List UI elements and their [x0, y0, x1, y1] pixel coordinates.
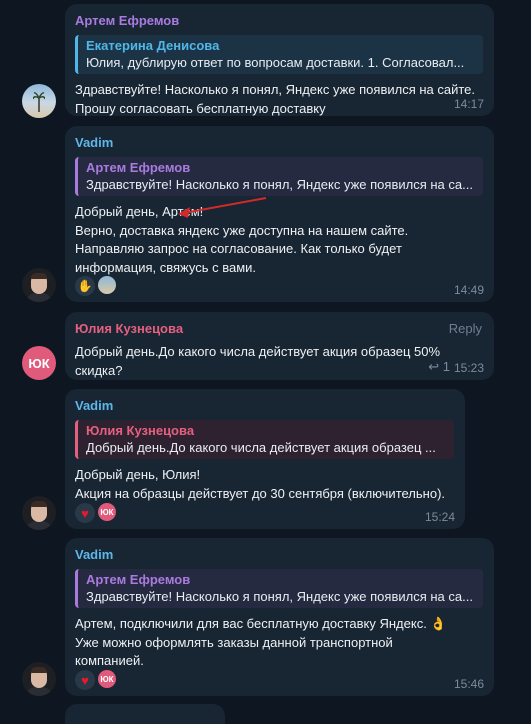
quote-author: Юлия Кузнецова	[86, 423, 195, 438]
handshake-icon: ✋	[77, 279, 93, 293]
message-bubble[interactable]: Vadim Артем Ефремов Здравствуйте! Наскол…	[65, 126, 494, 302]
reaction-avatar[interactable]: ЮК	[98, 503, 116, 521]
reply-quote[interactable]: Артем Ефремов Здравствуйте! Насколько я …	[75, 569, 483, 608]
message-time: 15:24	[424, 510, 455, 524]
reaction-heart[interactable]: ♥	[75, 670, 95, 690]
heart-icon: ♥	[81, 672, 89, 688]
message-text: Добрый день, Юлия! Акция на образцы дейс…	[75, 466, 454, 503]
quote-text: Здравствуйте! Насколько я понял, Яндекс …	[86, 589, 473, 604]
next-message-bubble[interactable]	[65, 704, 225, 724]
reactions: ♥ ЮК	[75, 670, 116, 690]
reactions: ✋	[75, 276, 116, 296]
quote-text: Юлия, дублирую ответ по вопросам доставк…	[86, 55, 465, 70]
text-line: Направляю запрос на согласование. Как то…	[75, 241, 402, 256]
avatar-shirt	[26, 521, 52, 530]
reaction-handshake[interactable]: ✋	[75, 276, 95, 296]
message-bubble[interactable]: Vadim Юлия Кузнецова Добрый день.До како…	[65, 389, 465, 529]
reaction-heart[interactable]: ♥	[75, 503, 95, 523]
avatar-hair	[31, 501, 47, 507]
quote-text: Добрый день.До какого числа действует ак…	[86, 440, 436, 455]
sender-name[interactable]: Артем Ефремов	[75, 13, 483, 29]
text-line: Добрый день, Артем!	[75, 204, 204, 219]
avatar[interactable]	[22, 662, 56, 696]
message-time: 14:49	[453, 283, 484, 297]
reactions: ♥ ЮК	[75, 503, 116, 523]
reply-quote[interactable]: Артем Ефремов Здравствуйте! Насколько я …	[75, 157, 483, 196]
reply-quote[interactable]: Екатерина Денисова Юлия, дублирую ответ …	[75, 35, 483, 74]
avatar[interactable]	[22, 496, 56, 530]
avatar-shirt	[26, 293, 52, 302]
quote-author: Артем Ефремов	[86, 160, 191, 175]
text-line: Верно, доставка яндекс уже доступна на н…	[75, 222, 409, 238]
avatar[interactable]	[22, 268, 56, 302]
reply-arrow-icon[interactable]: ↩ 1	[428, 359, 450, 375]
reply-quote[interactable]: Юлия Кузнецова Добрый день.До какого чис…	[75, 420, 454, 459]
message-text: Артем, подключили для вас бесплатную дос…	[75, 615, 483, 671]
text-line: Артем, подключили для вас бесплатную дос…	[75, 616, 447, 631]
text-line: Добрый день, Юлия!	[75, 467, 201, 482]
heart-icon: ♥	[81, 505, 89, 521]
message-text: Добрый день.До какого числа действует ак…	[75, 344, 441, 378]
message-text: Добрый день, Артем! Верно, доставка янде…	[75, 203, 483, 277]
avatar-shirt	[26, 687, 52, 696]
avatar-hair	[31, 667, 47, 673]
reply-button[interactable]: Reply	[449, 321, 482, 336]
text-line: Акция на образцы действует до 30 сентябр…	[75, 485, 446, 501]
message-bubble[interactable]: Vadim Артем Ефремов Здравствуйте! Наскол…	[65, 538, 494, 696]
text-line: информация, свяжусь с вами.	[75, 259, 257, 275]
reaction-avatar[interactable]: ЮК	[98, 670, 116, 688]
palm-tree-icon	[33, 92, 45, 112]
reaction-avatar[interactable]	[98, 276, 116, 294]
message-time: 15:23	[453, 361, 484, 375]
sender-name[interactable]: Vadim	[75, 547, 483, 563]
quote-author: Екатерина Денисова	[86, 38, 220, 53]
sender-name[interactable]: Vadim	[75, 398, 454, 414]
text-line: Уже можно оформлять заказы данной трансп…	[75, 634, 393, 650]
sender-name[interactable]: Юлия Кузнецова	[75, 321, 483, 337]
quote-author: Артем Ефремов	[86, 572, 191, 587]
quote-text: Здравствуйте! Насколько я понял, Яндекс …	[86, 177, 473, 192]
avatar[interactable]: ЮК	[22, 346, 56, 380]
text-line: компанией.	[75, 653, 144, 668]
message-time: 14:17	[453, 97, 484, 111]
message-time: 15:46	[453, 677, 484, 691]
sender-name[interactable]: Vadim	[75, 135, 483, 151]
message-bubble[interactable]: Артем Ефремов Екатерина Денисова Юлия, д…	[65, 4, 494, 116]
message-bubble[interactable]: Юлия Кузнецова Reply Добрый день.До како…	[65, 312, 494, 380]
avatar[interactable]	[22, 84, 56, 118]
message-text: Здравствуйте! Насколько я понял, Яндекс …	[75, 82, 476, 116]
avatar-hair	[31, 273, 47, 279]
